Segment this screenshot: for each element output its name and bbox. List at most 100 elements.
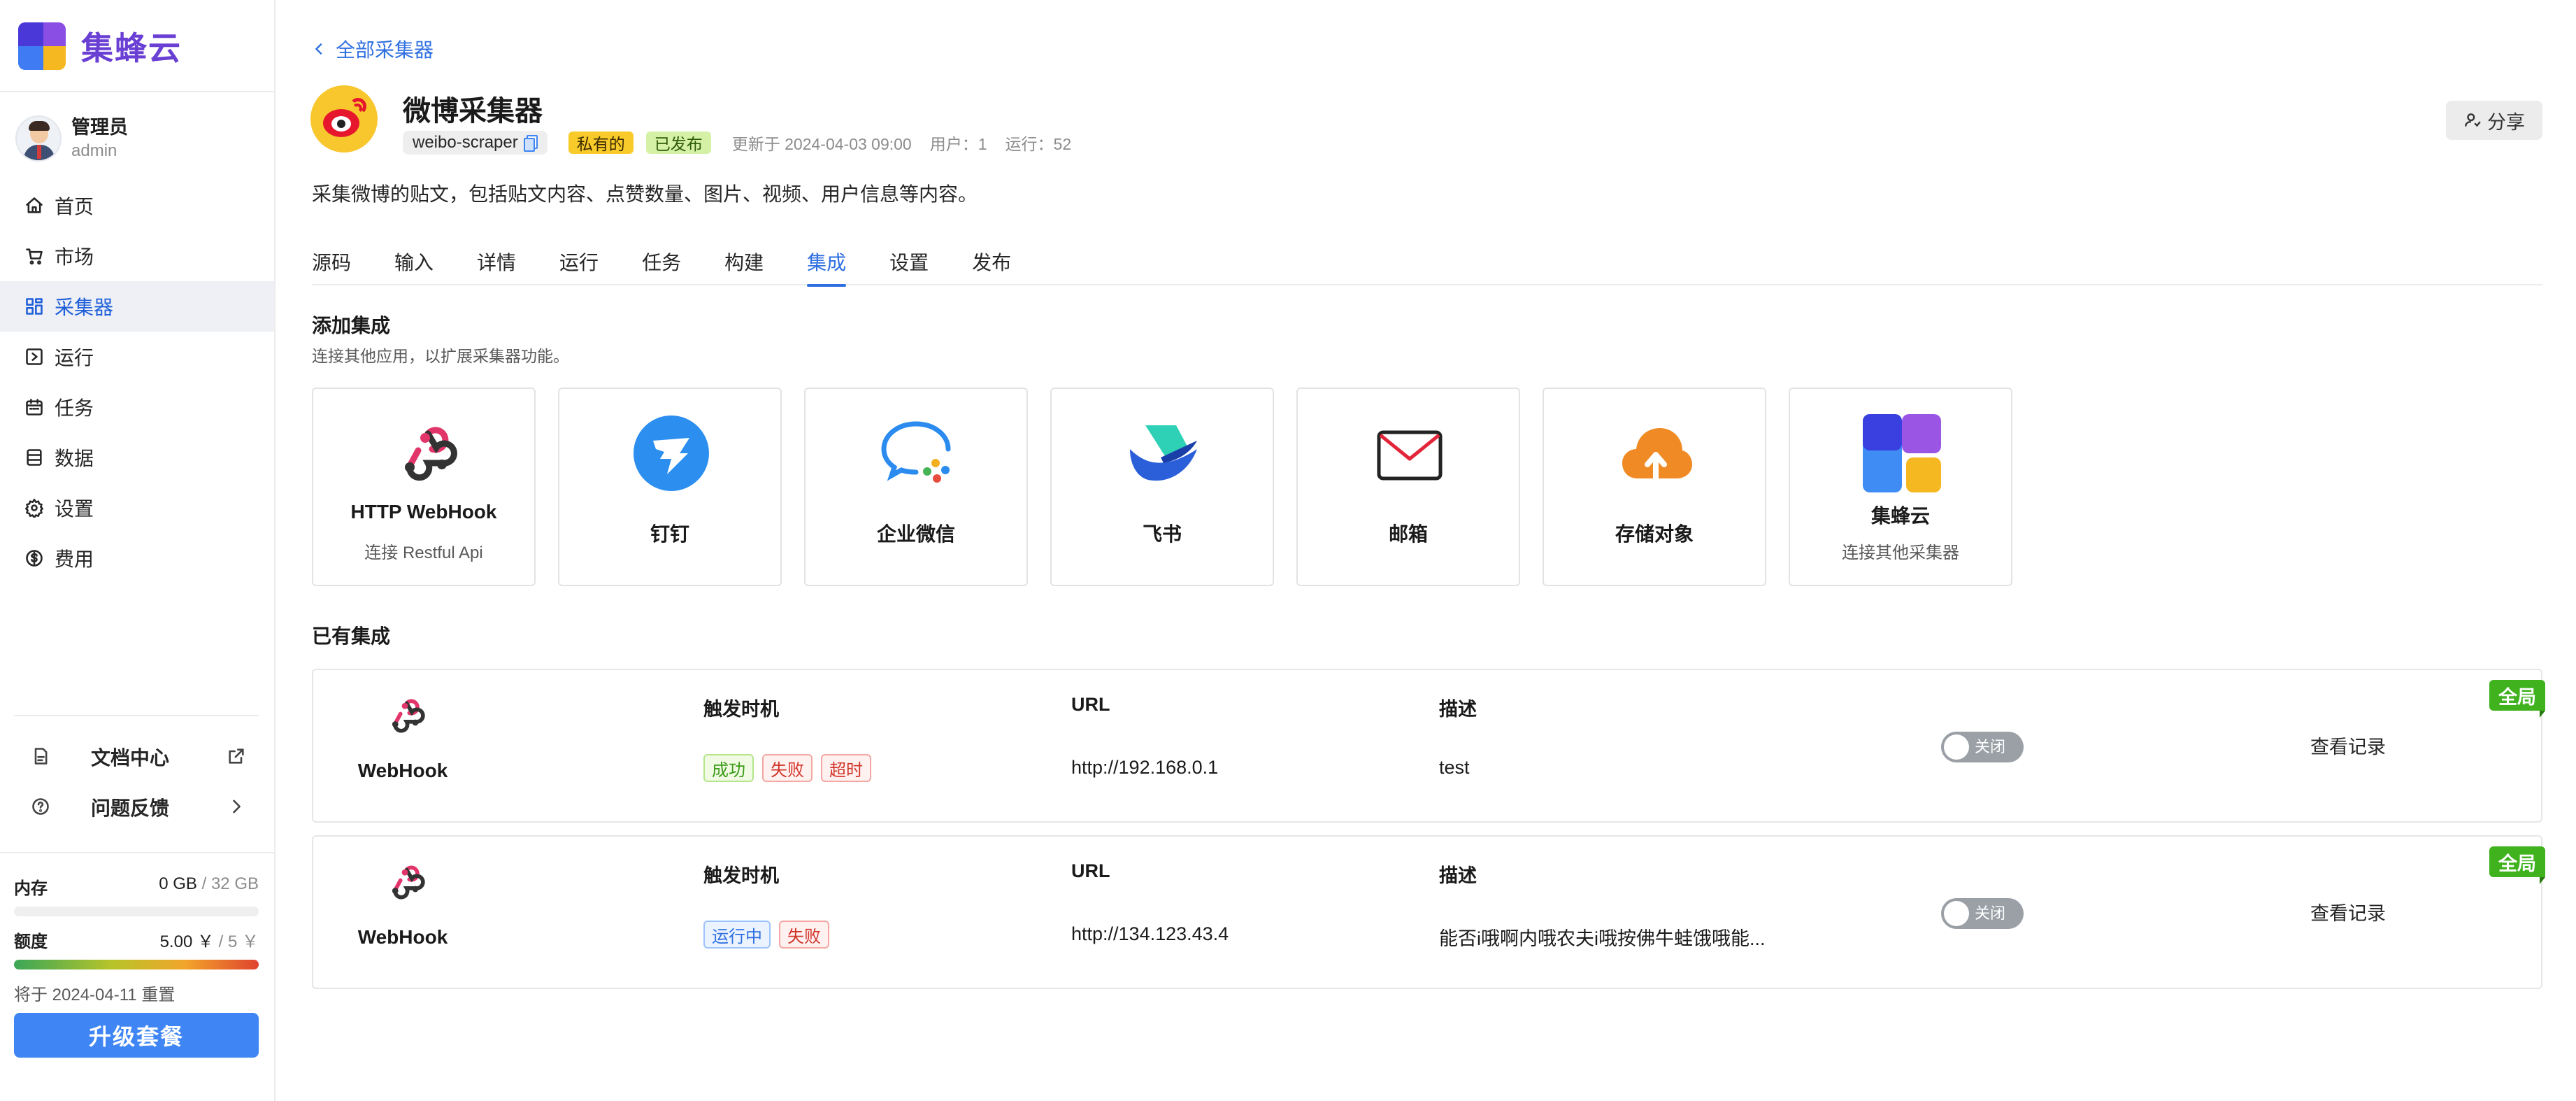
view-log-button[interactable]: 查看记录 [2310, 898, 2386, 929]
tab-publish[interactable]: 发布 [972, 249, 1011, 285]
docs-center-label: 文档中心 [91, 747, 170, 769]
tab-input[interactable]: 输入 [394, 249, 434, 285]
integration-cards: HTTP WebHook 连接 Restful Api 钉钉 企业微信 飞书 邮… [312, 388, 2035, 586]
card-subtitle: 连接其他采集器 [1842, 544, 1959, 562]
run-icon [24, 346, 45, 367]
copy-icon[interactable] [523, 135, 538, 152]
existing-integration-title: 已有集成 [312, 625, 391, 647]
add-integration-subtitle: 连接其他应用，以扩展采集器功能。 [312, 347, 569, 365]
sidebar-item-data[interactable]: 数据 [0, 432, 274, 483]
toggle-knob [1944, 734, 1969, 760]
chevron-right-icon [227, 797, 248, 818]
divider [14, 715, 259, 716]
brand-logo[interactable]: 集蜂云 [18, 22, 182, 70]
card-wecom[interactable]: 企业微信 [804, 388, 1028, 586]
private-badge: 私有的 [568, 132, 634, 154]
tab-bar: 源码 输入 详情 运行 任务 构建 集成 设置 发布 [312, 249, 2542, 287]
chevron-left-icon [315, 43, 322, 55]
published-badge: 已发布 [645, 132, 711, 154]
sidebar-nav: 首页 市场 采集器 运行 任务 数据 设置 费用 [0, 180, 274, 583]
card-jifengyun[interactable]: 集蜂云 连接其他采集器 [1789, 388, 2012, 586]
upgrade-plan-button[interactable]: 升级套餐 [14, 1013, 259, 1058]
tab-settings[interactable]: 设置 [889, 249, 929, 285]
scraper-meta: weibo-scraper 私有的 已发布 更新于 2024-04-03 09:… [403, 130, 1071, 155]
card-http-webhook[interactable]: HTTP WebHook 连接 Restful Api [312, 388, 536, 586]
card-name: 企业微信 [876, 523, 955, 545]
quota-used: 5.00 ￥ [159, 932, 214, 951]
docs-center-link[interactable]: 文档中心 [31, 736, 248, 778]
sidebar-item-label: 市场 [55, 246, 94, 268]
memory-row: 内存 0 GB / 32 GB [14, 874, 259, 899]
sidebar-item-label: 费用 [55, 548, 94, 570]
home-icon [24, 195, 45, 216]
weibo-logo-icon [310, 85, 378, 152]
integration-url: http://192.168.0.1 [1071, 757, 1219, 778]
card-name: 邮箱 [1388, 523, 1428, 545]
sidebar-item-settings[interactable]: 设置 [0, 483, 274, 533]
view-log-button[interactable]: 查看记录 [2310, 732, 2386, 762]
tab-details[interactable]: 详情 [477, 249, 516, 285]
tab-build[interactable]: 构建 [724, 249, 764, 285]
sidebar: 集蜂云 管理员 admin 首页 市场 采集器 运行 任务 数据 设置 费用 文… [0, 0, 276, 1101]
card-name: 钉钉 [650, 523, 689, 545]
url-header: URL [1071, 694, 1110, 715]
integration-row: WebHook 触发时机 URL 描述 运行中 失败 http://134.12… [312, 835, 2545, 989]
scraper-slug[interactable]: weibo-scraper [403, 131, 548, 155]
memory-label: 内存 [14, 879, 48, 898]
user-name: 管理员 [71, 117, 128, 138]
card-feishu[interactable]: 飞书 [1050, 388, 1274, 586]
wecom-icon [881, 421, 951, 483]
tab-tasks[interactable]: 任务 [642, 249, 681, 285]
feedback-label: 问题反馈 [91, 797, 170, 819]
card-object-storage[interactable]: 存储对象 [1543, 388, 1766, 586]
toggle-label: 关闭 [1975, 904, 2006, 922]
gear-icon [24, 497, 45, 518]
sidebar-item-scrapers[interactable]: 采集器 [0, 281, 274, 332]
integration-name: WebHook [357, 760, 448, 781]
memory-total: / 32 GB [201, 874, 259, 893]
run-count: 运行：52 [1005, 135, 1072, 153]
trigger-tags: 运行中 失败 [703, 921, 838, 949]
sidebar-item-runs[interactable]: 运行 [0, 332, 274, 382]
description-header: 描述 [1439, 699, 1477, 720]
memory-used: 0 GB [159, 874, 197, 893]
card-name: 存储对象 [1615, 523, 1694, 545]
grid-icon [24, 296, 45, 317]
quota-label: 额度 [14, 932, 48, 951]
trigger-header: 触发时机 [703, 865, 779, 886]
user-profile[interactable]: 管理员 admin [15, 115, 128, 162]
card-mail[interactable]: 邮箱 [1296, 388, 1520, 586]
description-header: 描述 [1439, 865, 1477, 886]
trigger-tag-failed: 失败 [779, 921, 829, 949]
sidebar-item-label: 采集器 [55, 297, 114, 318]
sidebar-item-tasks[interactable]: 任务 [0, 382, 274, 432]
feedback-link[interactable]: 问题反馈 [31, 786, 248, 828]
sidebar-item-label: 运行 [55, 347, 94, 369]
card-name: 集蜂云 [1870, 505, 1930, 527]
sidebar-item-billing[interactable]: 费用 [0, 533, 274, 583]
back-label: 全部采集器 [336, 39, 434, 61]
card-name: HTTP WebHook [350, 501, 497, 523]
card-dingtalk[interactable]: 钉钉 [558, 388, 782, 586]
jifengyun-icon [1863, 414, 1941, 492]
cloud-storage-icon [1622, 428, 1692, 481]
sidebar-item-market[interactable]: 市场 [0, 231, 274, 281]
quota-row: 额度 5.00 ￥ / 5 ￥ [14, 928, 259, 952]
slug-text: weibo-scraper [413, 133, 518, 152]
user-id: admin [71, 141, 117, 160]
integration-toggle[interactable]: 关闭 [1941, 732, 2024, 762]
back-to-all-scrapers-link[interactable]: 全部采集器 [312, 35, 434, 63]
sidebar-item-home[interactable]: 首页 [0, 180, 274, 231]
integration-description: test [1439, 757, 1470, 778]
trigger-tag-failed: 失败 [762, 754, 813, 782]
tab-integrations[interactable]: 集成 [807, 249, 847, 287]
cart-icon [24, 246, 45, 267]
card-subtitle: 连接 Restful Api [364, 544, 483, 562]
user-count: 用户：1 [929, 135, 987, 153]
integration-toggle[interactable]: 关闭 [1941, 898, 2024, 929]
share-button[interactable]: 分享 [2446, 101, 2542, 140]
global-badge: 全局 [2489, 680, 2545, 718]
tab-runs[interactable]: 运行 [559, 249, 599, 285]
tab-source[interactable]: 源码 [312, 249, 351, 285]
sidebar-item-label: 首页 [55, 196, 94, 218]
